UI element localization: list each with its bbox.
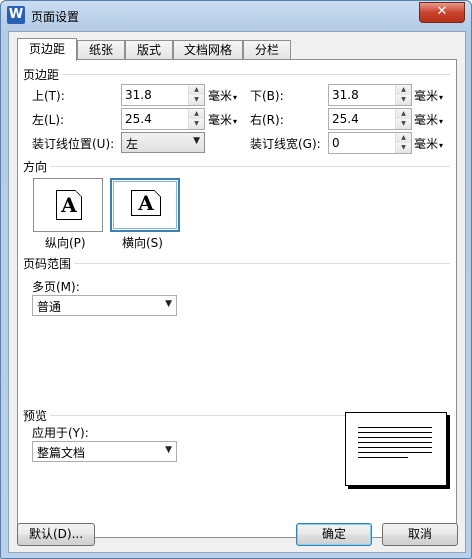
apply-to-label: 应用于(Y): bbox=[32, 426, 89, 440]
bottom-margin-spinner[interactable]: 31.8 ▲ ▼ bbox=[328, 84, 412, 106]
gutter-width-unit[interactable]: 毫米▾ bbox=[414, 135, 443, 152]
group-divider bbox=[50, 166, 450, 167]
title-bar: W 页面设置 ✕ bbox=[1, 1, 471, 31]
right-margin-value: 25.4 bbox=[332, 112, 359, 126]
chevron-down-icon: ▾ bbox=[233, 117, 238, 126]
spin-down-icon[interactable]: ▼ bbox=[396, 143, 411, 153]
chevron-down-icon: ▾ bbox=[439, 117, 444, 126]
tab-document-grid[interactable]: 文档网格 bbox=[173, 40, 243, 60]
gutter-position-select[interactable]: 左 ▼ bbox=[121, 132, 205, 153]
page-glyph-letter: A bbox=[138, 191, 154, 215]
spin-down-icon[interactable]: ▼ bbox=[189, 95, 204, 105]
top-margin-unit[interactable]: 毫米▾ bbox=[208, 87, 237, 104]
chevron-down-icon: ▾ bbox=[439, 141, 444, 150]
group-divider bbox=[62, 74, 450, 75]
dropdown-arrow-icon: ▼ bbox=[165, 445, 172, 455]
orientation-group-label: 方向 bbox=[23, 158, 48, 175]
spin-arrows: ▲ ▼ bbox=[188, 85, 204, 105]
gutter-position-value: 左 bbox=[126, 137, 139, 151]
unit-label: 毫米 bbox=[208, 113, 233, 127]
gutter-width-value: 0 bbox=[332, 136, 340, 150]
top-margin-label: 上(T): bbox=[32, 89, 65, 103]
multiple-pages-label: 多页(M): bbox=[32, 280, 80, 294]
gutter-width-spinner[interactable]: 0 ▲ ▼ bbox=[328, 132, 412, 154]
page-fold bbox=[154, 190, 161, 197]
multiple-pages-value: 普通 bbox=[37, 300, 62, 314]
multiple-pages-select[interactable]: 普通 ▼ bbox=[32, 295, 177, 316]
unit-label: 毫米 bbox=[414, 113, 439, 127]
apply-to-value: 整篇文档 bbox=[37, 446, 86, 460]
spin-up-icon[interactable]: ▲ bbox=[396, 109, 411, 119]
left-margin-spinner[interactable]: 25.4 ▲ ▼ bbox=[121, 108, 205, 130]
portrait-button[interactable]: A bbox=[33, 178, 103, 232]
right-margin-spinner[interactable]: 25.4 ▲ ▼ bbox=[328, 108, 412, 130]
gutter-position-label: 装订线位置(U): bbox=[32, 137, 115, 151]
ok-button[interactable]: 确定 bbox=[296, 523, 372, 546]
bottom-margin-unit[interactable]: 毫米▾ bbox=[414, 87, 443, 104]
page-setup-dialog: W 页面设置 ✕ 页边距 纸张 版式 文档网格 分栏 页边距 上(T): 31.… bbox=[0, 0, 472, 559]
page-fold bbox=[75, 190, 82, 197]
default-button[interactable]: 默认(D)... bbox=[17, 523, 95, 546]
gutter-width-label: 装订线宽(G): bbox=[250, 137, 321, 151]
left-margin-value: 25.4 bbox=[125, 112, 152, 126]
unit-label: 毫米 bbox=[414, 137, 439, 151]
spin-up-icon[interactable]: ▲ bbox=[396, 133, 411, 143]
spin-up-icon[interactable]: ▲ bbox=[189, 85, 204, 95]
spin-arrows: ▲ ▼ bbox=[395, 109, 411, 129]
right-margin-unit[interactable]: 毫米▾ bbox=[414, 111, 443, 128]
page-preview bbox=[345, 412, 447, 486]
pages-group-label: 页码范围 bbox=[23, 255, 72, 272]
preview-text-line bbox=[358, 447, 432, 448]
portrait-page-icon: A bbox=[56, 190, 82, 220]
spin-down-icon[interactable]: ▼ bbox=[396, 119, 411, 129]
landscape-page-icon: A bbox=[131, 190, 161, 216]
bottom-margin-value: 31.8 bbox=[332, 88, 359, 102]
wps-writer-icon: W bbox=[7, 6, 25, 24]
tab-panel-margins: 页边距 上(T): 31.8 ▲ ▼ 毫米▾ 下(B): 31.8 ▲ ▼ 毫米… bbox=[17, 59, 457, 538]
spin-arrows: ▲ ▼ bbox=[188, 109, 204, 129]
preview-text-line bbox=[358, 427, 432, 428]
preview-group-label: 预览 bbox=[23, 407, 48, 424]
tab-layout[interactable]: 版式 bbox=[125, 40, 173, 60]
landscape-label: 横向(S) bbox=[122, 236, 163, 250]
spin-down-icon[interactable]: ▼ bbox=[396, 95, 411, 105]
spin-arrows: ▲ ▼ bbox=[395, 85, 411, 105]
group-divider bbox=[74, 263, 450, 264]
chevron-down-icon: ▾ bbox=[439, 93, 444, 102]
portrait-label: 纵向(P) bbox=[45, 236, 86, 250]
spin-up-icon[interactable]: ▲ bbox=[396, 85, 411, 95]
left-margin-label: 左(L): bbox=[32, 113, 65, 127]
tab-margins[interactable]: 页边距 bbox=[17, 38, 77, 61]
dialog-client-area: 页边距 纸张 版式 文档网格 分栏 页边距 上(T): 31.8 ▲ ▼ 毫米▾… bbox=[8, 31, 466, 553]
bottom-margin-label: 下(B): bbox=[250, 89, 284, 103]
window-title: 页面设置 bbox=[31, 10, 80, 24]
preview-text-line bbox=[358, 442, 432, 443]
preview-text-line bbox=[358, 452, 432, 453]
top-margin-value: 31.8 bbox=[125, 88, 152, 102]
dropdown-arrow-icon: ▼ bbox=[165, 299, 172, 309]
preview-text-line bbox=[358, 432, 432, 433]
cancel-button[interactable]: 取消 bbox=[382, 523, 458, 546]
top-margin-spinner[interactable]: 31.8 ▲ ▼ bbox=[121, 84, 205, 106]
margins-group-label: 页边距 bbox=[23, 66, 60, 83]
tab-paper[interactable]: 纸张 bbox=[77, 40, 125, 60]
tab-columns[interactable]: 分栏 bbox=[243, 40, 291, 60]
dropdown-arrow-icon: ▼ bbox=[193, 136, 200, 146]
right-margin-label: 右(R): bbox=[250, 113, 284, 127]
unit-label: 毫米 bbox=[208, 89, 233, 103]
chevron-down-icon: ▾ bbox=[233, 93, 238, 102]
preview-text-line bbox=[358, 457, 408, 458]
close-button[interactable]: ✕ bbox=[419, 2, 465, 23]
spin-arrows: ▲ ▼ bbox=[395, 133, 411, 153]
apply-to-select[interactable]: 整篇文档 ▼ bbox=[32, 441, 177, 462]
unit-label: 毫米 bbox=[414, 89, 439, 103]
landscape-button[interactable]: A bbox=[110, 178, 180, 232]
left-margin-unit[interactable]: 毫米▾ bbox=[208, 111, 237, 128]
spin-down-icon[interactable]: ▼ bbox=[189, 119, 204, 129]
spin-up-icon[interactable]: ▲ bbox=[189, 109, 204, 119]
preview-text-line bbox=[358, 437, 432, 438]
